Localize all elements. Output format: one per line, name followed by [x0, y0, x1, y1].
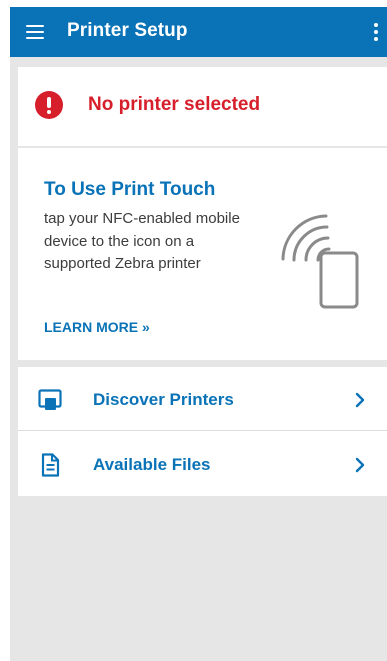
overflow-menu-icon[interactable]	[373, 23, 379, 41]
app-screen: Printer Setup No printer selected To Use…	[10, 7, 387, 661]
status-message: No printer selected	[88, 94, 261, 115]
discover-printers-row[interactable]: Discover Printers	[18, 367, 387, 431]
print-touch-info-card: To Use Print Touch tap your NFC-enabled …	[18, 148, 387, 360]
app-bar: Printer Setup	[10, 7, 387, 57]
info-title: To Use Print Touch	[44, 179, 216, 200]
app-bar-title: Printer Setup	[67, 20, 188, 41]
discover-printers-icon	[38, 389, 62, 410]
info-body: tap your NFC-enabled mobile device to th…	[44, 210, 240, 272]
learn-more-link[interactable]: LEARN MORE »	[44, 319, 150, 335]
nfc-phone-icon	[281, 214, 359, 309]
printer-status-card[interactable]: No printer selected	[18, 67, 387, 146]
chevron-right-icon	[355, 457, 365, 473]
chevron-right-icon	[355, 392, 365, 408]
available-files-row[interactable]: Available Files	[18, 432, 387, 496]
available-files-label: Available Files	[93, 455, 211, 474]
hamburger-menu-icon[interactable]	[26, 25, 44, 39]
navigation-card: Discover Printers Available Files	[18, 367, 387, 496]
alert-icon	[35, 91, 63, 119]
document-icon	[41, 453, 60, 477]
discover-printers-label: Discover Printers	[93, 390, 234, 409]
